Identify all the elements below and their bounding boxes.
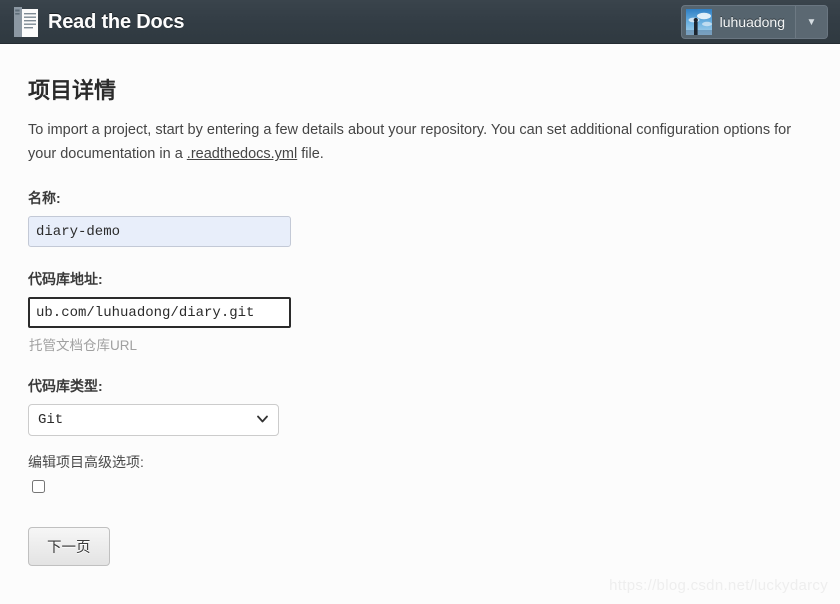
field-name: 名称: — [28, 188, 816, 248]
repo-type-select[interactable]: GitSubversionMercurialBazaar — [28, 404, 279, 437]
field-repo-type: 代码库类型: GitSubversionMercurialBazaar — [28, 376, 816, 437]
main-content: 项目详情 To import a project, start by enter… — [0, 44, 840, 567]
intro-text-before: To import a project, start by entering a… — [28, 122, 792, 163]
intro-text-after: file. — [297, 146, 324, 163]
username-label: luhuadong — [719, 14, 785, 30]
page-title: 项目详情 — [28, 78, 117, 103]
field-advanced-options: 编辑项目高级选项: — [28, 452, 816, 494]
repo-url-helper-text: 托管文档仓库URL — [29, 338, 138, 354]
intro-paragraph: To import a project, start by entering a… — [28, 118, 816, 166]
advanced-options-label: 编辑项目高级选项: — [28, 454, 144, 471]
repo-url-input[interactable] — [28, 297, 291, 329]
watermark-text: https://blog.csdn.net/luckydarcy — [609, 577, 828, 594]
user-menu[interactable]: luhuadong ▼ — [680, 5, 828, 39]
repo-url-field-label: 代码库地址: — [28, 271, 103, 288]
chevron-down-icon[interactable]: ▼ — [795, 6, 827, 38]
field-repo-url: 代码库地址: 托管文档仓库URL — [28, 269, 816, 354]
brand-title: Read the Docs — [48, 10, 185, 33]
user-menu-main[interactable]: luhuadong — [682, 6, 795, 38]
repo-type-field-label: 代码库类型: — [28, 378, 103, 395]
name-field-label: 名称: — [28, 190, 61, 207]
readthedocs-yml-link[interactable]: .readthedocs.yml — [187, 146, 297, 162]
site-header: Read the Docs luhuadong ▼ — [0, 0, 840, 44]
name-input[interactable] — [28, 216, 291, 248]
user-avatar-photo — [685, 9, 712, 35]
brand-home-link[interactable]: Read the Docs — [13, 6, 185, 38]
book-document-icon — [13, 6, 39, 38]
repo-type-select-wrap: GitSubversionMercurialBazaar — [28, 404, 279, 437]
advanced-options-checkbox[interactable] — [32, 480, 45, 494]
next-page-button[interactable]: 下一页 — [28, 527, 110, 567]
